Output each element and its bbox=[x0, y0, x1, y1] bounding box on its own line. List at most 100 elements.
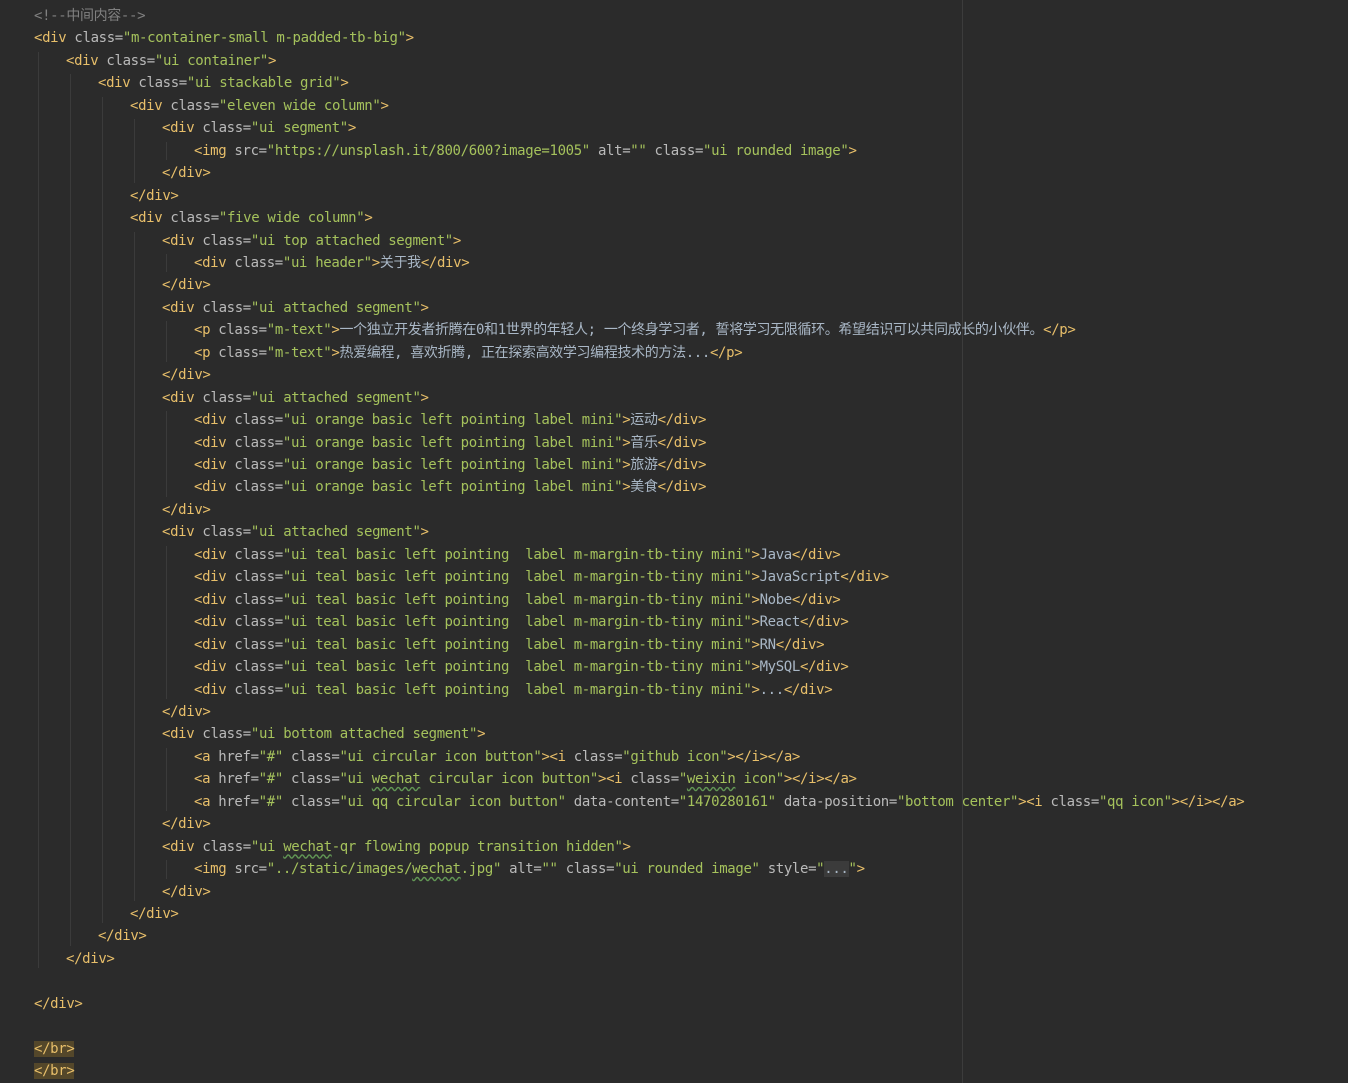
code-token: "ui orange basic left pointing label min… bbox=[282, 479, 623, 496]
code-token: > bbox=[751, 659, 760, 676]
code-token: "ui rounded image" bbox=[703, 142, 849, 159]
code-token: class= bbox=[218, 344, 267, 361]
code-token: </div> bbox=[162, 816, 211, 833]
indent-guide bbox=[70, 74, 71, 946]
code-line[interactable]: <div class="ui attached segment"> bbox=[162, 521, 429, 543]
code-token: <div bbox=[194, 457, 235, 473]
code-token: wechat bbox=[283, 838, 332, 855]
code-token: class= bbox=[202, 120, 251, 137]
code-token: "ui rounded image" bbox=[614, 861, 760, 878]
code-line[interactable]: <div class="ui teal basic left pointing … bbox=[194, 544, 841, 566]
code-token: <div bbox=[194, 434, 235, 451]
code-token: "ui attached segment" bbox=[250, 389, 421, 406]
code-token: > bbox=[364, 210, 373, 227]
code-token: ><i bbox=[1018, 793, 1051, 810]
code-line[interactable]: <div class="ui teal basic left pointing … bbox=[194, 611, 849, 633]
code-token: </div> bbox=[799, 614, 849, 631]
code-line[interactable]: <div class="five wide column"> bbox=[130, 207, 373, 229]
code-line[interactable]: <img src="https://unsplash.it/800/600?im… bbox=[194, 140, 857, 162]
code-line[interactable]: </div> bbox=[66, 948, 115, 970]
code-token: "eleven wide column" bbox=[218, 97, 381, 114]
code-line[interactable]: <p class="m-text">一个独立开发者折腾在0和1世界的年轻人; 一… bbox=[194, 319, 1076, 341]
code-token: <img bbox=[194, 861, 235, 878]
code-line[interactable]: <a href="#" class="ui circular icon butt… bbox=[194, 746, 800, 768]
code-line[interactable]: <div class="ui header">关于我</div> bbox=[194, 252, 470, 274]
code-token: <div bbox=[34, 30, 75, 47]
code-line[interactable]: <div class="ui bottom attached segment"> bbox=[162, 723, 486, 745]
code-line[interactable]: <div class="eleven wide column"> bbox=[130, 95, 389, 117]
code-token: "ui bbox=[250, 838, 284, 855]
code-line[interactable]: </br> bbox=[34, 1060, 75, 1082]
code-token: class= bbox=[234, 569, 283, 586]
code-line[interactable]: <div class="ui orange basic left pointin… bbox=[194, 454, 706, 476]
code-token: ><i bbox=[598, 771, 631, 788]
code-token: class= bbox=[234, 479, 283, 496]
code-line[interactable]: </br> bbox=[34, 1038, 75, 1060]
code-line[interactable]: </div> bbox=[34, 993, 83, 1015]
code-token: <div bbox=[162, 524, 203, 541]
code-token: 音乐 bbox=[630, 434, 658, 451]
code-line[interactable]: <p class="m-text">热爱编程, 喜欢折腾, 正在探索高效学习编程… bbox=[194, 342, 743, 364]
code-line[interactable]: <a href="#" class="ui wechat circular ic… bbox=[194, 768, 857, 790]
code-line[interactable]: <div class="ui top attached segment"> bbox=[162, 230, 461, 252]
code-line[interactable]: <div class="ui segment"> bbox=[162, 117, 356, 139]
code-token: </div> bbox=[130, 906, 179, 922]
code-token: <div bbox=[194, 412, 235, 429]
code-token: React bbox=[759, 614, 801, 631]
code-token: > bbox=[751, 591, 760, 608]
code-line[interactable]: <div class="ui teal basic left pointing … bbox=[194, 566, 889, 588]
code-token: "ui bbox=[339, 771, 372, 788]
code-token: "five wide column" bbox=[218, 210, 365, 227]
code-token: > bbox=[477, 726, 486, 743]
code-line[interactable]: </div> bbox=[98, 925, 147, 947]
code-token: > bbox=[340, 75, 349, 92]
code-token: <div bbox=[194, 479, 235, 496]
code-line[interactable]: <div class="ui attached segment"> bbox=[162, 297, 429, 319]
code-line[interactable]: <div class="ui teal basic left pointing … bbox=[194, 656, 849, 678]
code-token: RN bbox=[759, 636, 777, 653]
code-line[interactable]: </div> bbox=[130, 185, 179, 207]
code-line[interactable]: <div class="ui wechat-qr flowing popup t… bbox=[162, 836, 631, 858]
code-token: class= bbox=[234, 659, 283, 676]
code-token: ><i bbox=[541, 748, 574, 765]
code-line[interactable]: <div class="ui teal basic left pointing … bbox=[194, 679, 833, 701]
code-editor[interactable]: <!--中间内容--> <div class="m-container-small… bbox=[0, 0, 1348, 1083]
code-token: ></i></a> bbox=[1171, 793, 1245, 810]
code-token: MySQL bbox=[759, 659, 801, 676]
code-token: circular icon button" bbox=[420, 771, 599, 788]
code-line[interactable]: <div class="ui orange basic left pointin… bbox=[194, 476, 706, 498]
code-line[interactable]: </div> bbox=[162, 813, 211, 835]
code-token: class= bbox=[74, 30, 123, 47]
code-line[interactable]: <!--中间内容--> bbox=[34, 5, 146, 27]
code-line[interactable]: </div> bbox=[130, 903, 179, 925]
code-token: <div bbox=[98, 75, 139, 92]
code-line[interactable]: <div class="ui stackable grid"> bbox=[98, 72, 349, 94]
code-token: > bbox=[268, 52, 277, 69]
code-token: > bbox=[751, 614, 760, 631]
code-token: <a bbox=[194, 771, 219, 788]
code-line[interactable]: <div class="ui teal basic left pointing … bbox=[194, 589, 841, 611]
code-line[interactable]: </div> bbox=[162, 364, 211, 386]
code-token: </div> bbox=[162, 165, 211, 182]
code-line[interactable]: <div class="ui attached segment"> bbox=[162, 387, 429, 409]
code-token: </div> bbox=[162, 883, 211, 900]
code-line[interactable]: <div class="ui orange basic left pointin… bbox=[194, 432, 706, 454]
code-token: "" bbox=[541, 861, 558, 878]
code-line[interactable]: </div> bbox=[162, 499, 211, 521]
code-token: class= bbox=[218, 322, 267, 339]
code-line[interactable]: <div class="ui orange basic left pointin… bbox=[194, 409, 706, 431]
code-line[interactable]: <div class="ui teal basic left pointing … bbox=[194, 634, 825, 656]
code-line[interactable]: </div> bbox=[162, 162, 211, 184]
code-token: "ui teal basic left pointing label m-mar… bbox=[282, 591, 752, 608]
code-line[interactable]: <img src="../static/images/wechat.jpg" a… bbox=[194, 858, 865, 880]
code-token: class= bbox=[170, 210, 219, 227]
code-token: <div bbox=[162, 232, 203, 249]
code-line[interactable]: </div> bbox=[162, 701, 211, 723]
code-token: wechat bbox=[412, 861, 461, 878]
code-line[interactable]: <div class="m-container-small m-padded-t… bbox=[34, 27, 414, 49]
code-line[interactable]: <a href="#" class="ui qq circular icon b… bbox=[194, 791, 1245, 813]
code-token: class= bbox=[646, 142, 704, 159]
code-line[interactable]: <div class="ui container"> bbox=[66, 50, 276, 72]
code-line[interactable]: </div> bbox=[162, 274, 211, 296]
code-line[interactable]: </div> bbox=[162, 881, 211, 903]
